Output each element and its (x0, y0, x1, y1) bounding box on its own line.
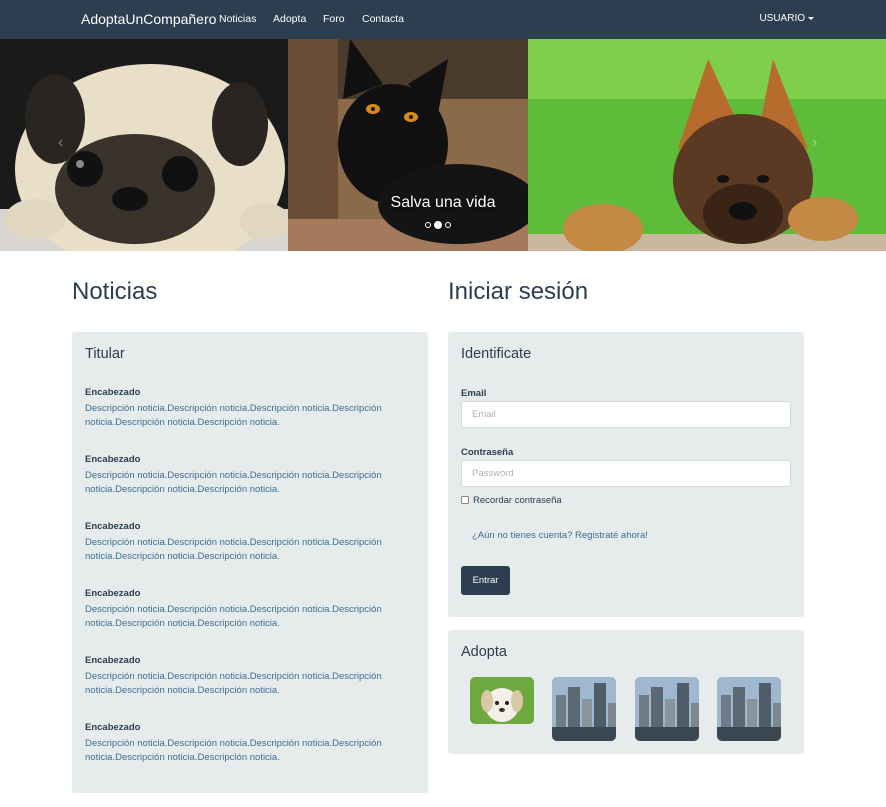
adopt-thumb-city[interactable] (635, 677, 699, 741)
carousel-next-icon[interactable]: › (812, 134, 817, 152)
news-heading: Encabezado (85, 387, 141, 398)
remember-row: Recordar contraseña (461, 495, 562, 506)
login-submit-button[interactable]: Entrar (461, 566, 510, 595)
adopt-panel-title: Adopta (461, 644, 507, 660)
news-description: Descripción noticia.Descripción noticia.… (85, 470, 382, 495)
news-description: Descripción noticia.Descripción noticia.… (85, 537, 382, 562)
carousel-indicator-2[interactable] (434, 221, 442, 229)
login-panel: Identificate Email Contraseña Recordar c… (448, 332, 804, 617)
pug-photo (0, 39, 288, 251)
news-heading: Encabezado (85, 722, 141, 733)
password-field[interactable] (461, 460, 791, 487)
login-panel-title: Identificate (461, 346, 532, 362)
news-heading: Encabezado (85, 655, 141, 666)
news-section-title: Noticias (72, 278, 158, 305)
email-label: Email (461, 388, 487, 399)
news-description: Descripción noticia.Descripción noticia.… (85, 403, 382, 428)
puppy-photo (528, 39, 886, 251)
remember-label: Recordar contraseña (473, 495, 562, 506)
user-menu-dropdown[interactable]: USUARIO (759, 13, 814, 24)
register-link[interactable]: ¿Aún no tienes cuenta? Registraté ahora! (472, 530, 648, 541)
cat-photo (288, 39, 528, 251)
caret-down-icon (808, 16, 814, 20)
news-description: Descripción noticia.Descripción noticia.… (85, 604, 382, 629)
password-label: Contraseña (461, 447, 514, 458)
news-heading: Encabezado (85, 521, 141, 532)
news-description: Descripción noticia.Descripción noticia.… (85, 671, 382, 696)
brand-logo[interactable]: AdoptaUnCompañero (81, 11, 216, 27)
adopt-thumb-puppy[interactable] (470, 677, 534, 724)
carousel-indicator-3[interactable] (445, 222, 451, 228)
carousel-indicator-1[interactable] (425, 222, 431, 228)
nav-link-adopta[interactable]: Adopta (273, 13, 306, 25)
news-item: Encabezado Descripción noticia.Descripci… (85, 655, 405, 697)
email-field[interactable] (461, 401, 791, 428)
adopt-thumb-city[interactable] (552, 677, 616, 741)
top-navbar: AdoptaUnCompañero Noticias Adopta Foro C… (0, 0, 886, 39)
news-item: Encabezado Descripción noticia.Descripci… (85, 454, 405, 496)
nav-link-contacta[interactable]: Contacta (362, 13, 404, 25)
remember-checkbox[interactable] (461, 496, 469, 505)
carousel-caption: Salva una vida (390, 194, 496, 211)
news-panel-title: Titular (85, 346, 125, 362)
adopt-thumb-city[interactable] (717, 677, 781, 741)
adopt-panel: Adopta (448, 630, 804, 754)
nav-link-noticias[interactable]: Noticias (219, 13, 256, 25)
news-heading: Encabezado (85, 454, 141, 465)
carousel-prev-icon[interactable]: ‹ (58, 134, 63, 152)
news-item: Encabezado Descripción noticia.Descripci… (85, 387, 405, 429)
news-item: Encabezado Descripción noticia.Descripci… (85, 521, 405, 563)
news-item: Encabezado Descripción noticia.Descripci… (85, 588, 405, 630)
login-section-title: Iniciar sesión (448, 278, 589, 305)
news-description: Descripción noticia.Descripción noticia.… (85, 738, 382, 763)
news-heading: Encabezado (85, 588, 141, 599)
news-panel: Titular Encabezado Descripción noticia.D… (72, 332, 428, 793)
user-menu-label: USUARIO (759, 13, 805, 24)
news-item: Encabezado Descripción noticia.Descripci… (85, 722, 405, 764)
hero-carousel: ‹ › Salva una vida (0, 39, 886, 251)
nav-link-foro[interactable]: Foro (323, 13, 345, 25)
carousel-indicators (424, 221, 454, 229)
